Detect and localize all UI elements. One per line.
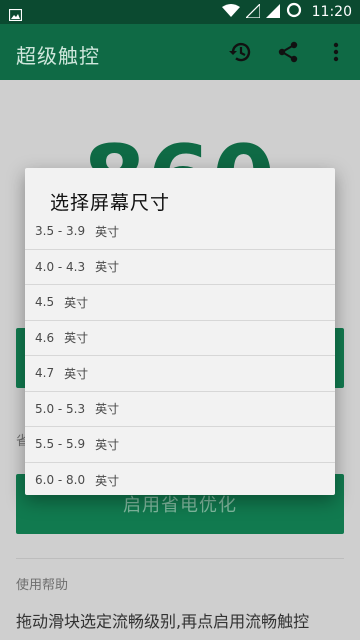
size-option-range: 4.0 - 4.3 [35, 259, 86, 274]
size-option-range: 4.5 [35, 295, 55, 310]
size-option-range: 3.5 - 3.9 [35, 224, 86, 239]
size-option-range: 4.6 [35, 330, 55, 345]
size-option-unit: 英寸 [64, 366, 89, 381]
size-options-list: 3.5 - 3.9 英寸 4.0 - 4.3 英寸 4.5 英寸 4.6 英寸 4.7 英… [25, 214, 335, 498]
size-option[interactable]: 5.0 - 5.3 英寸 [25, 392, 335, 427]
size-option-range: 4.7 [35, 366, 55, 381]
screen-size-dialog: 选择屏幕尺寸 3.5 - 3.9 英寸 4.0 - 4.3 英寸 4.5 英寸 4.6… [25, 168, 335, 495]
size-option-unit: 英寸 [95, 473, 120, 488]
size-option[interactable]: 4.7 英寸 [25, 356, 335, 392]
size-option[interactable]: 5.5 - 5.9 英寸 [25, 427, 335, 463]
size-option[interactable]: 4.5 英寸 [25, 285, 335, 321]
size-option-unit: 英寸 [95, 260, 120, 275]
size-option-unit: 英寸 [64, 331, 89, 346]
size-option[interactable]: 4.0 - 4.3 英寸 [25, 250, 335, 285]
size-option[interactable]: 3.5 - 3.9 英寸 [25, 214, 335, 250]
size-option-unit: 英寸 [95, 437, 120, 452]
size-option[interactable]: 6.0 - 8.0 英寸 [25, 463, 335, 499]
dialog-title: 选择屏幕尺寸 [50, 192, 171, 214]
size-option-unit: 英寸 [95, 224, 120, 239]
size-option[interactable]: 4.6 英寸 [25, 321, 335, 356]
size-option-range: 5.0 - 5.3 [35, 401, 86, 416]
size-option-range: 5.5 - 5.9 [35, 437, 86, 452]
size-option-range: 6.0 - 8.0 [35, 473, 86, 488]
size-option-unit: 英寸 [64, 295, 89, 310]
size-option-unit: 英寸 [95, 402, 120, 417]
